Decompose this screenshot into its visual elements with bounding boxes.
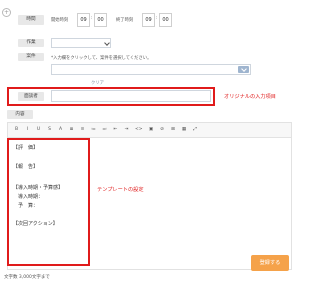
interviewer-input[interactable] bbox=[51, 90, 211, 102]
template-line: 【評 価】 bbox=[13, 145, 39, 151]
start-hour-field[interactable]: 09 bbox=[77, 13, 90, 27]
toolbar-button[interactable]: I bbox=[25, 127, 30, 132]
time-label: 時間 bbox=[18, 15, 44, 25]
template-line: 予 算： bbox=[13, 203, 39, 209]
toolbar-button[interactable]: ≣ bbox=[69, 127, 74, 132]
end-time-label: 終了時刻 bbox=[116, 18, 134, 23]
template-line: 【次回アクション】 bbox=[13, 221, 58, 227]
time-separator: : bbox=[91, 16, 93, 21]
template-annotation: テンプレートの設定 bbox=[97, 187, 144, 193]
interviewer-annotation: オリジナルの入力項目 bbox=[224, 94, 276, 100]
case-input[interactable] bbox=[51, 64, 251, 75]
toolbar-button[interactable]: ⇥ bbox=[124, 127, 129, 132]
toolbar-button[interactable]: B bbox=[14, 127, 19, 132]
submit-button[interactable]: 登録する bbox=[251, 255, 289, 271]
toolbar-button[interactable]: ⊘ bbox=[160, 127, 165, 132]
toolbar-button[interactable]: ⇤ bbox=[113, 127, 118, 132]
editor-toolbar: B I U S A ≣ ≡ ≔ ≕ ⇤ ⇥ <> ▣ ⊘ ⊞ ▦ ⤢ bbox=[8, 123, 291, 138]
template-line bbox=[13, 156, 63, 163]
toolbar-button[interactable]: ≕ bbox=[102, 127, 107, 132]
chevron-down-icon bbox=[240, 65, 247, 72]
start-time-label: 開始時刻 bbox=[51, 18, 69, 23]
end-minute-field[interactable]: 00 bbox=[159, 13, 172, 27]
editor-content[interactable]: 【評 価】 【報 告】 【導入時期・予算感】 導入時期： 予 算： 【次回アクシ… bbox=[13, 144, 63, 229]
case-hint: *入力欄をクリックして、案件を選択してください。 bbox=[51, 56, 152, 61]
toolbar-button[interactable]: ▣ bbox=[149, 127, 154, 132]
toolbar-button[interactable]: A bbox=[58, 127, 63, 132]
toolbar-button[interactable]: ⊞ bbox=[171, 127, 176, 132]
work-select[interactable] bbox=[51, 38, 111, 48]
toolbar-button[interactable]: ≔ bbox=[91, 127, 96, 132]
template-line: 【報 告】 bbox=[13, 164, 39, 170]
toolbar-button[interactable]: ≡ bbox=[80, 127, 85, 132]
interviewer-label: 面談者 bbox=[18, 92, 44, 101]
template-line: 導入時期： bbox=[13, 194, 44, 200]
case-dropdown-button[interactable] bbox=[238, 65, 249, 73]
case-label: 案件 bbox=[18, 53, 44, 61]
template-line bbox=[13, 175, 63, 184]
end-hour-field[interactable]: 09 bbox=[142, 13, 155, 27]
content-label: 内容 bbox=[7, 110, 33, 119]
toolbar-button[interactable]: U bbox=[36, 127, 41, 132]
add-icon[interactable]: + bbox=[2, 8, 11, 17]
toolbar-button[interactable]: S bbox=[47, 127, 52, 132]
clear-link[interactable]: クリア bbox=[91, 80, 104, 86]
char-limit-text: 文字数 3,000文字まで bbox=[4, 275, 50, 280]
toolbar-button[interactable]: ⤢ bbox=[193, 126, 198, 132]
time-separator: : bbox=[156, 16, 158, 21]
toolbar-button[interactable]: <> bbox=[135, 127, 143, 132]
chevron-down-icon bbox=[104, 40, 110, 46]
template-line: 【導入時期・予算感】 bbox=[13, 185, 64, 191]
start-minute-field[interactable]: 00 bbox=[94, 13, 107, 27]
toolbar-button[interactable]: ▦ bbox=[182, 127, 187, 132]
work-label: 作業 bbox=[18, 39, 44, 47]
template-line bbox=[13, 211, 63, 220]
